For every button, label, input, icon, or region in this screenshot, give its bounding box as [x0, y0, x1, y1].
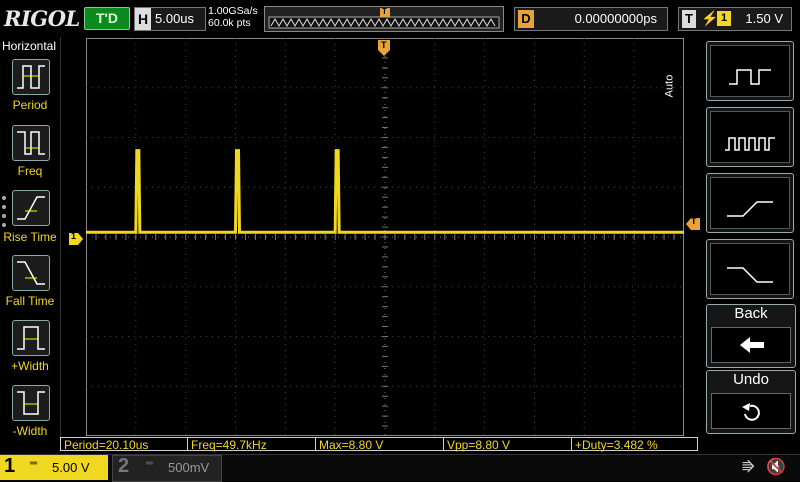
freq-button[interactable] [12, 125, 50, 161]
positive-width-label: +Width [11, 359, 49, 373]
square-wave-slow-icon [729, 69, 771, 85]
speaker-mute-icon[interactable]: 🔇 [766, 457, 786, 477]
back-label: Back [734, 305, 768, 322]
trigger-box[interactable]: T ⚡ 1 1.50 V [678, 7, 792, 31]
period-label: Period [12, 98, 48, 112]
trigger-level: 1.50 V [745, 11, 783, 26]
channel-1-marker-number: 1 [71, 231, 77, 241]
trigger-level-letter: T [691, 216, 697, 226]
single-pulse-button[interactable] [706, 41, 794, 101]
delay-label: D [518, 10, 534, 28]
back-arrow-icon [740, 337, 764, 353]
fall-time-button[interactable] [12, 255, 50, 291]
fall-time-label: Fall Time [5, 294, 55, 308]
channel-1-number: 1 [4, 455, 16, 477]
freq-label: Freq [17, 164, 43, 178]
run-status-badge[interactable]: T'D [84, 7, 130, 30]
measurement-period[interactable]: Period=20.10us [60, 437, 188, 452]
positive-width-button[interactable] [12, 320, 50, 356]
dc-coupling-icon: ═ [30, 458, 38, 469]
measurement-frequency[interactable]: Freq=49.7kHz [188, 437, 316, 452]
horizontal-timebase-box[interactable]: H 5.00us [134, 7, 206, 31]
fall-time-icon [17, 261, 45, 285]
delay-value: 0.00000000ps [574, 11, 657, 26]
frequency-icon [17, 131, 45, 155]
memory-trigger-marker: T [382, 7, 387, 16]
channel-2-scale: 500mV [168, 460, 210, 475]
waveform-grid[interactable] [86, 38, 684, 436]
memory-depth: 60.0k pts [208, 17, 251, 29]
trigger-level-marker[interactable]: T [686, 216, 700, 230]
negative-width-label: -Width [12, 424, 48, 438]
negative-width-icon [17, 391, 45, 415]
dc-coupling-icon: ═ [146, 458, 154, 469]
rise-time-label: Rise Time [3, 230, 57, 244]
channel-1-scale: 5.00 V [52, 460, 90, 475]
trigger-label: T [682, 10, 696, 28]
measurement-positive-duty[interactable]: +Duty=3.482 % [572, 437, 698, 452]
rigol-logo: RIGOL [4, 6, 80, 31]
channel-1-offset-marker[interactable]: 1 [69, 231, 83, 245]
channel-2-number: 2 [118, 455, 130, 477]
rise-time-icon [17, 196, 45, 220]
rise-time-button[interactable] [12, 190, 50, 226]
falling-edge-button[interactable] [706, 239, 794, 299]
trigger-source: 1 [717, 11, 731, 26]
memory-position-strip[interactable]: T [264, 6, 504, 32]
horizontal-label: H [135, 8, 151, 30]
undo-button[interactable]: Undo [706, 370, 796, 434]
sample-rate: 1.00GSa/s [208, 5, 258, 17]
rising-edge-icon: ⚡ [701, 10, 719, 26]
trigger-marker-letter: T [381, 40, 387, 50]
undo-label: Undo [733, 371, 769, 388]
period-icon [17, 65, 45, 89]
negative-width-button[interactable] [12, 385, 50, 421]
rising-edge-icon [727, 201, 773, 217]
square-wave-fast-icon [725, 137, 775, 151]
pulse-train-button[interactable] [706, 107, 794, 167]
page-dots [2, 196, 6, 232]
auto-label-text: Auto [663, 74, 676, 98]
positive-width-icon [17, 326, 45, 350]
falling-edge-icon [727, 267, 773, 283]
undo-icon [742, 403, 760, 421]
measurement-max[interactable]: Max=8.80 V [316, 437, 444, 452]
auto-mode-label: Auto [663, 40, 704, 140]
trigger-position-marker[interactable]: T [378, 40, 390, 56]
measurement-vpp[interactable]: Vpp=8.80 V [444, 437, 572, 452]
timebase-value: 5.00us [155, 11, 195, 26]
back-button[interactable]: Back [706, 304, 796, 368]
rising-edge-button[interactable] [706, 173, 794, 233]
measure-category-title[interactable]: Horizontal [2, 39, 56, 53]
sample-info: 1.00GSa/s 60.0k pts [208, 5, 258, 29]
period-button[interactable] [12, 59, 50, 95]
delay-box[interactable]: D 0.00000000ps [514, 7, 668, 31]
usb-icon: ⭆ [742, 459, 755, 475]
